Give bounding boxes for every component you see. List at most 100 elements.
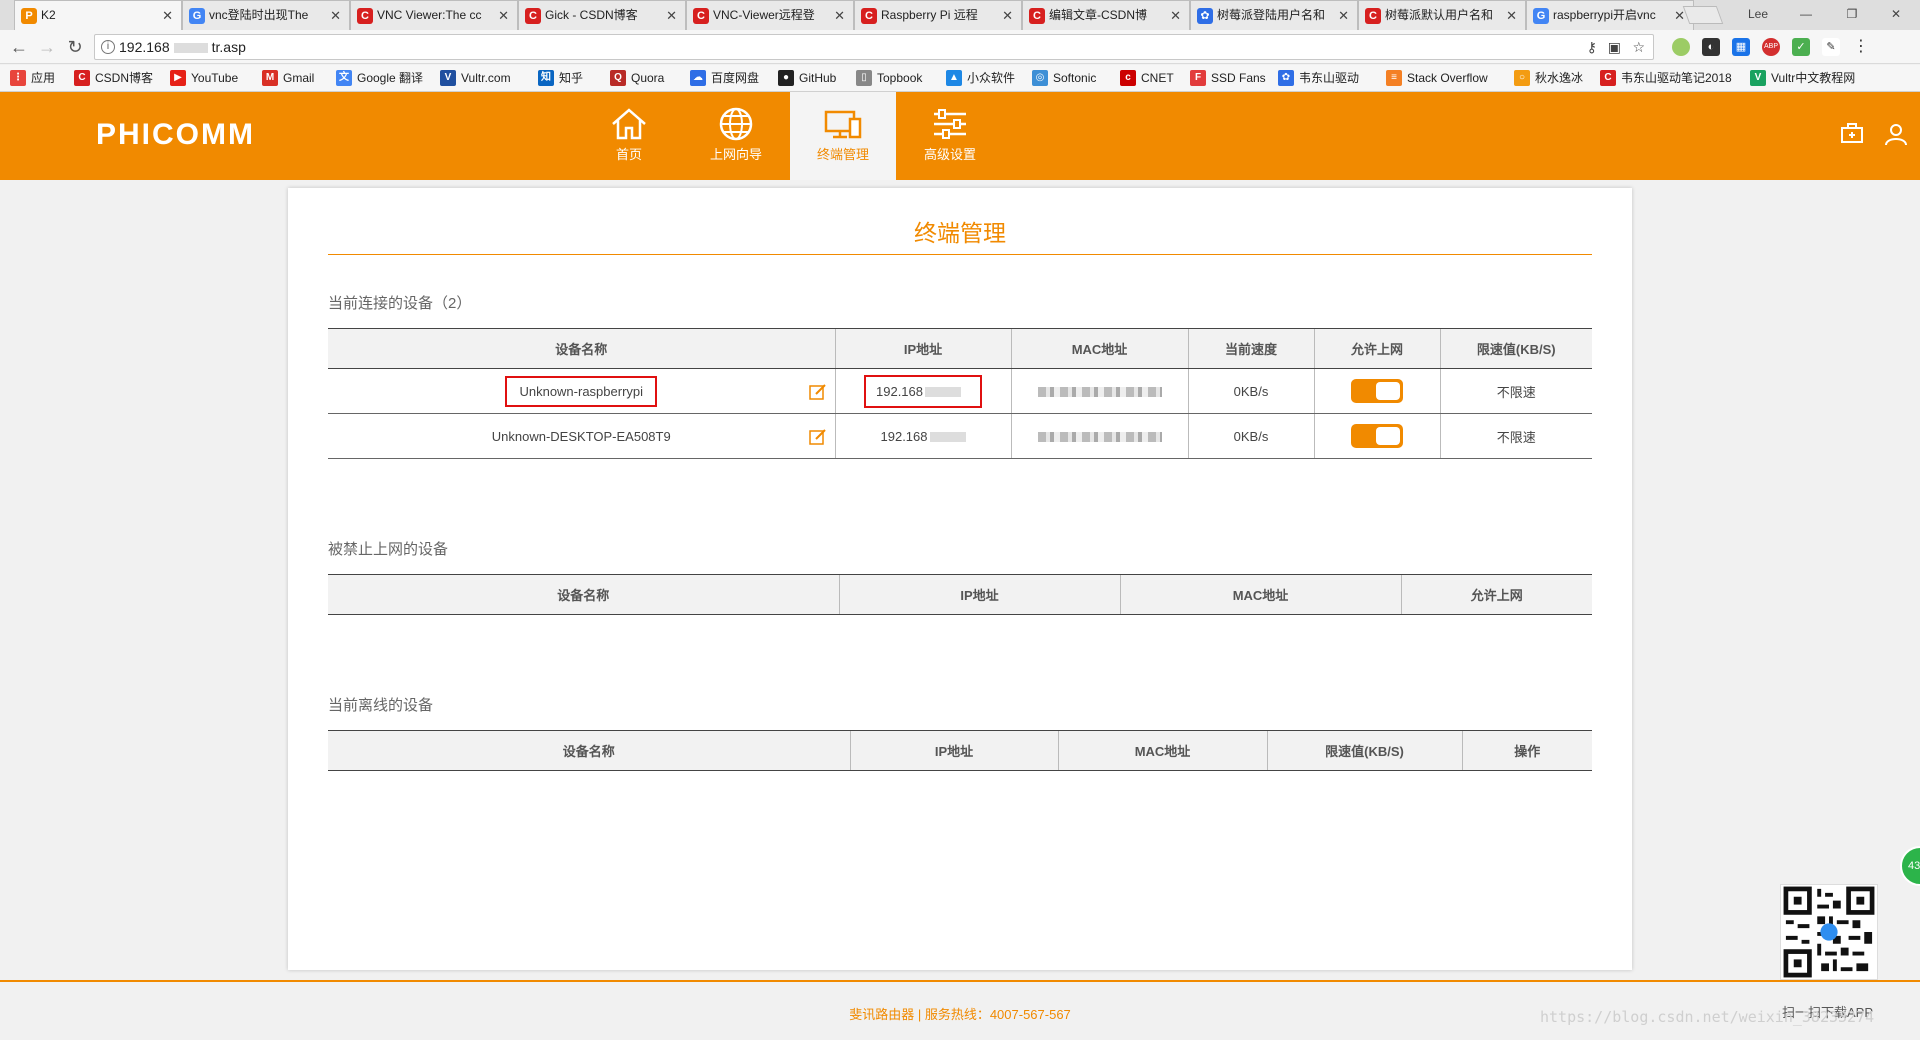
close-icon[interactable]: ✕ bbox=[666, 1, 677, 30]
info-icon[interactable]: i bbox=[101, 40, 115, 54]
browser-tab[interactable]: G raspberrypi开启vnc ✕ bbox=[1526, 0, 1694, 30]
minimize-icon[interactable]: — bbox=[1784, 0, 1828, 28]
bookmark-item[interactable]: M Gmail bbox=[262, 69, 314, 87]
column-header: 设备名称 bbox=[328, 328, 835, 369]
connected-devices-table: 设备名称 IP地址 MAC地址 当前速度 允许上网 限速值(KB/S) Unkn… bbox=[328, 328, 1592, 459]
column-header: 允许上网 bbox=[1313, 328, 1440, 369]
baidu-paw-icon: ✿ bbox=[1197, 8, 1213, 24]
bookmark-item[interactable]: ✿ 韦东山驱动 bbox=[1278, 69, 1359, 87]
bookmark-item[interactable]: ● GitHub bbox=[778, 69, 836, 87]
ssdfans-icon: F bbox=[1190, 70, 1206, 86]
star-icon[interactable]: ☆ bbox=[1632, 35, 1645, 59]
bookmark-item[interactable]: Q Quora bbox=[610, 69, 664, 87]
bookmark-item[interactable]: 知知乎 bbox=[538, 69, 583, 87]
browser-tab[interactable]: C VNC-Viewer远程登 ✕ bbox=[686, 0, 854, 30]
bookmark-item[interactable]: ○ 秋水逸冰 bbox=[1514, 69, 1583, 87]
footer-divider bbox=[0, 980, 1920, 982]
globe-icon bbox=[719, 107, 753, 141]
allow-internet-toggle[interactable] bbox=[1351, 379, 1403, 403]
phicomm-logo: PHICOMM bbox=[96, 118, 255, 151]
connected-devices-title: 当前连接的设备（2） bbox=[328, 295, 472, 312]
extension-blue-icon[interactable]: ▦ bbox=[1732, 38, 1750, 56]
translate-page-icon[interactable]: ▣ bbox=[1608, 35, 1621, 59]
menu-icon[interactable]: ⋮ bbox=[1852, 38, 1870, 56]
back-icon[interactable]: ← bbox=[8, 36, 30, 58]
bookmark-item[interactable]: ▶ YouTube bbox=[170, 69, 238, 87]
bookmark-item[interactable]: ≡ Stack Overflow bbox=[1386, 69, 1488, 87]
close-icon[interactable]: ✕ bbox=[1338, 1, 1349, 30]
extension-green-icon[interactable] bbox=[1672, 38, 1690, 56]
main-card: 终端管理 当前连接的设备（2） 设备名称 IP地址 MAC地址 当前速度 允许上… bbox=[288, 188, 1632, 970]
user-icon[interactable] bbox=[1884, 122, 1908, 146]
allow-internet-toggle[interactable] bbox=[1351, 424, 1403, 448]
bookmark-item[interactable]: ⋮ 应用 bbox=[10, 69, 55, 87]
profile-button[interactable]: Lee bbox=[1736, 0, 1780, 28]
restore-icon[interactable]: ❐ bbox=[1830, 0, 1874, 28]
nav-home[interactable]: 首页 bbox=[576, 92, 682, 180]
csdn-c-icon: C bbox=[693, 8, 709, 24]
bookmark-item[interactable]: ▯ Topbook bbox=[856, 69, 922, 87]
column-header: 操作 bbox=[1461, 730, 1592, 771]
google-g-icon: G bbox=[189, 8, 205, 24]
mac-redacted bbox=[1037, 432, 1162, 443]
offline-devices-table: 设备名称 IP地址 MAC地址 限速值(KB/S) 操作 bbox=[328, 730, 1592, 771]
browser-tab-strip: P K2 ✕ G vnc登陆时出现The ✕ C VNC Viewer:The … bbox=[0, 0, 1920, 30]
key-icon[interactable]: ⚷ bbox=[1587, 35, 1597, 59]
zhihu-icon: 知 bbox=[538, 70, 554, 86]
csdn-c-icon: C bbox=[357, 8, 373, 24]
adblock-icon[interactable]: ABP bbox=[1762, 38, 1780, 56]
bookmark-label: Softonic bbox=[1053, 71, 1097, 85]
close-icon[interactable]: ✕ bbox=[330, 1, 341, 30]
csdn-c-icon: C bbox=[1600, 70, 1616, 86]
close-icon[interactable]: ✕ bbox=[1170, 1, 1181, 30]
edit-icon[interactable] bbox=[808, 428, 827, 445]
tab-title: Gick - CSDN博客 bbox=[545, 8, 638, 22]
device-name: Unknown-raspberrypi bbox=[505, 375, 658, 407]
url-input[interactable]: i 192.168 tr.asp ⚷ ▣ ☆ bbox=[94, 34, 1654, 60]
browser-tab[interactable]: P K2 ✕ bbox=[14, 0, 182, 30]
new-tab-button[interactable] bbox=[1682, 6, 1724, 24]
toolbox-icon[interactable] bbox=[1840, 122, 1864, 144]
browser-tab[interactable]: C 树莓派默认用户名和 ✕ bbox=[1358, 0, 1526, 30]
edit-icon[interactable] bbox=[808, 383, 827, 400]
close-icon[interactable]: ✕ bbox=[498, 1, 509, 30]
bookmark-item[interactable]: c CNET bbox=[1120, 69, 1174, 87]
close-icon[interactable]: ✕ bbox=[1002, 1, 1013, 30]
browser-tab[interactable]: C 编辑文章-CSDN博 ✕ bbox=[1022, 0, 1190, 30]
watermark: https://blog.csdn.net/weixin_38233274 bbox=[1540, 1008, 1875, 1026]
browser-tab[interactable]: C Raspberry Pi 远程 ✕ bbox=[854, 0, 1022, 30]
bookmark-item[interactable]: ◎ Softonic bbox=[1032, 69, 1096, 87]
bookmark-label: Stack Overflow bbox=[1407, 71, 1488, 85]
bookmark-item[interactable]: C CSDN博客 bbox=[74, 69, 153, 87]
close-icon[interactable]: ✕ bbox=[1506, 1, 1517, 30]
tab-title: VNC-Viewer远程登 bbox=[713, 8, 815, 22]
bookmark-item[interactable]: ▲ 小众软件 bbox=[946, 69, 1015, 87]
close-icon[interactable]: ✕ bbox=[834, 1, 845, 30]
window-close-icon[interactable]: ✕ bbox=[1874, 0, 1918, 28]
browser-tab[interactable]: G vnc登陆时出现The ✕ bbox=[182, 0, 350, 30]
nav-advanced-settings[interactable]: 高级设置 bbox=[897, 92, 1003, 180]
browser-tab[interactable]: ✿ 树莓派登陆用户名和 ✕ bbox=[1190, 0, 1358, 30]
extension-feather-icon[interactable]: ✎ bbox=[1822, 38, 1840, 56]
csdn-c-icon: C bbox=[525, 8, 541, 24]
bookmark-item[interactable]: ☁ 百度网盘 bbox=[690, 69, 759, 87]
nav-setup-wizard[interactable]: 上网向导 bbox=[683, 92, 789, 180]
bookmark-item[interactable]: 文 Google 翻译 bbox=[336, 69, 423, 87]
browser-tab[interactable]: C Gick - CSDN博客 ✕ bbox=[518, 0, 686, 30]
bookmark-label: 应用 bbox=[31, 71, 56, 85]
bookmark-item[interactable]: V Vultr.com bbox=[440, 69, 511, 87]
forward-icon[interactable]: → bbox=[36, 36, 58, 58]
extension-dark-icon[interactable]: ◐ bbox=[1702, 38, 1720, 56]
extension-check-icon[interactable]: ✓ bbox=[1792, 38, 1810, 56]
side-badge[interactable]: 43 bbox=[1900, 846, 1920, 886]
browser-tab[interactable]: C VNC Viewer:The cc ✕ bbox=[350, 0, 518, 30]
reload-icon[interactable]: ↻ bbox=[64, 36, 86, 58]
bookmark-item[interactable]: C 韦东山驱动笔记2018 bbox=[1600, 69, 1732, 87]
nav-device-management[interactable]: 终端管理 bbox=[790, 92, 896, 180]
bookmark-item[interactable]: F SSD Fans bbox=[1190, 69, 1266, 87]
github-icon: ● bbox=[778, 70, 794, 86]
close-icon[interactable]: ✕ bbox=[162, 1, 173, 30]
softonic-icon: ◎ bbox=[1032, 70, 1048, 86]
nav-label: 首页 bbox=[615, 147, 642, 162]
bookmark-item[interactable]: V Vultr中文教程网 bbox=[1750, 69, 1855, 87]
